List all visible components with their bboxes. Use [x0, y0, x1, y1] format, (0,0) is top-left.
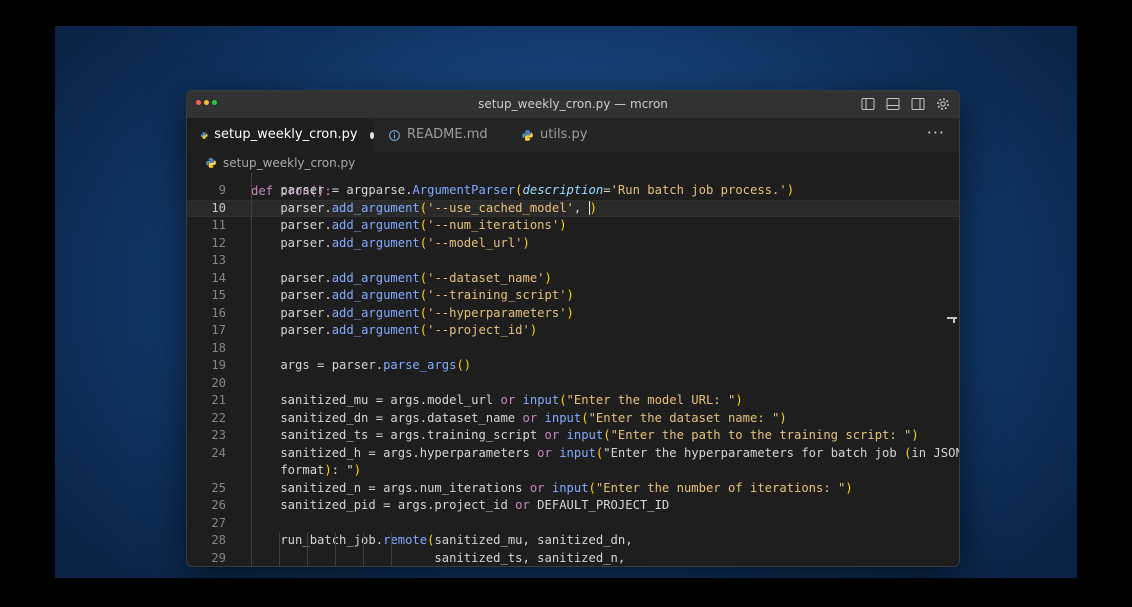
code-line[interactable]: 25 sanitized_n = args.num_iterations or … [187, 480, 959, 498]
line-number: 12 [211, 235, 226, 250]
toggle-secondary-sidebar-icon[interactable] [910, 96, 926, 112]
indent-guide [391, 532, 392, 566]
code-line[interactable]: 29 sanitized_ts, sanitized_n, [187, 550, 959, 567]
unsaved-dot-icon [369, 131, 374, 139]
code-line[interactable]: 17 parser.add_argument('--project_id') [187, 322, 959, 340]
window-title: setup_weekly_cron.py — mcron [478, 97, 668, 111]
code-line[interactable]: 16 parser.add_argument('--hyperparameter… [187, 305, 959, 323]
line-number: 13 [211, 253, 226, 267]
code-line[interactable]: 9 parser = argparse.ArgumentParser(descr… [187, 182, 959, 200]
code-text: parser.add_argument('--model_url') [251, 235, 530, 250]
breadcrumb[interactable]: setup_weekly_cron.py [205, 154, 355, 172]
code-text: format): ") [251, 463, 362, 477]
code-line[interactable]: 14 parser.add_argument('--dataset_name') [187, 270, 959, 288]
tab-utils[interactable]: utils.py [521, 118, 587, 152]
breadcrumb-file: setup_weekly_cron.py [223, 156, 356, 170]
tab-setup-weekly-cron[interactable]: setup_weekly_cron.py [187, 118, 374, 152]
indent-guide [279, 532, 280, 566]
code-text: parser.add_argument('--dataset_name') [251, 270, 552, 285]
code-line[interactable]: 13 [187, 252, 959, 270]
code-text: parser.add_argument('--hyperparameters') [251, 305, 574, 320]
code-text: args = parser.parse_args() [251, 358, 472, 372]
line-number: 20 [211, 375, 226, 390]
tab-bar: setup_weekly_cron.py README.md utils.py [187, 118, 959, 152]
line-number: 10 [211, 200, 226, 215]
code-line[interactable]: 21 sanitized_mu = args.model_url or inpu… [187, 392, 959, 410]
title-bar: setup_weekly_cron.py — mcron [187, 91, 959, 119]
code-text: sanitized_h = args.hyperparameters or in… [251, 445, 959, 460]
code-text: parser = argparse.ArgumentParser(descrip… [251, 183, 795, 197]
code-line[interactable]: 28 run_batch_job.remote(sanitized_mu, sa… [187, 532, 959, 550]
code-line[interactable]: 19 args = parser.parse_args() [187, 357, 959, 375]
code-line[interactable]: 20 [187, 375, 959, 393]
line-number: 14 [211, 270, 226, 285]
tab-readme[interactable]: README.md [388, 118, 488, 152]
line-number: 11 [211, 218, 226, 232]
toggle-panel-icon[interactable] [885, 96, 901, 112]
code-line[interactable]: 10 parser.add_argument('--use_cached_mod… [187, 199, 959, 217]
line-number: 15 [211, 288, 226, 302]
code-line[interactable]: 26 sanitized_pid = args.project_id or DE… [187, 497, 959, 515]
tab-label: setup_weekly_cron.py [214, 127, 358, 142]
code-line[interactable]: 22 sanitized_dn = args.dataset_name or i… [187, 410, 959, 428]
code-line[interactable]: 27 [187, 515, 959, 533]
info-icon [389, 129, 400, 141]
code-line[interactable]: format): ") [187, 462, 959, 480]
code-line[interactable]: 15 parser.add_argument('--training_scrip… [187, 287, 959, 305]
more-actions-button[interactable]: ··· [927, 118, 945, 152]
line-number: 22 [211, 410, 226, 425]
toggle-primary-sidebar-icon[interactable] [860, 96, 876, 112]
line-number: 21 [211, 393, 226, 407]
tab-label: README.md [407, 127, 488, 142]
line-number: 19 [211, 358, 226, 372]
code-line[interactable]: 12 parser.add_argument('--model_url') [187, 235, 959, 253]
line-number: 26 [211, 498, 226, 512]
code-text: parser.add_argument('--num_iterations') [251, 218, 567, 232]
code-text: sanitized_mu = args.model_url or input("… [251, 393, 743, 407]
line-number: 28 [211, 533, 226, 547]
indent-guide [335, 532, 336, 566]
code-text: parser.add_argument('--project_id') [251, 323, 538, 337]
line-number: 27 [211, 515, 226, 530]
line-number: 17 [211, 323, 226, 337]
code-text: run_batch_job.remote(sanitized_mu, sanit… [251, 533, 633, 547]
python-icon [206, 158, 216, 168]
gear-icon[interactable] [935, 96, 951, 112]
indent-guide [307, 532, 308, 566]
code-editor[interactable]: def cron(): 9 parser = argparse.Argument… [187, 173, 959, 566]
line-number: 29 [211, 550, 226, 565]
tab-label: utils.py [540, 127, 588, 142]
code-line[interactable]: 18 [187, 340, 959, 358]
python-icon [522, 129, 533, 141]
code-text: sanitized_dn = args.dataset_name or inpu… [251, 410, 787, 425]
indent-guide [251, 173, 252, 566]
code-text: sanitized_n = args.num_iterations or inp… [251, 480, 853, 495]
python-icon [200, 131, 208, 139]
editor-window: setup_weekly_cron.py — mcron setup_weekl… [186, 90, 960, 567]
code-text: sanitized_pid = args.project_id or DEFAU… [251, 498, 670, 512]
line-number: 23 [211, 428, 226, 442]
code-text: parser.add_argument('--training_script') [251, 288, 574, 302]
code-line[interactable]: 11 parser.add_argument('--num_iterations… [187, 217, 959, 235]
code-line[interactable]: 23 sanitized_ts = args.training_script o… [187, 427, 959, 445]
code-line[interactable]: 24 sanitized_h = args.hyperparameters or… [187, 445, 959, 463]
line-number: 24 [211, 445, 226, 460]
code-text: parser.add_argument('--use_cached_model'… [251, 200, 597, 215]
indent-guide [363, 532, 364, 566]
line-number: 16 [211, 305, 226, 320]
line-number: 25 [211, 480, 226, 495]
line-number: 18 [211, 340, 226, 355]
line-number: 9 [218, 183, 226, 197]
code-text: sanitized_ts = args.training_script or i… [251, 428, 919, 442]
